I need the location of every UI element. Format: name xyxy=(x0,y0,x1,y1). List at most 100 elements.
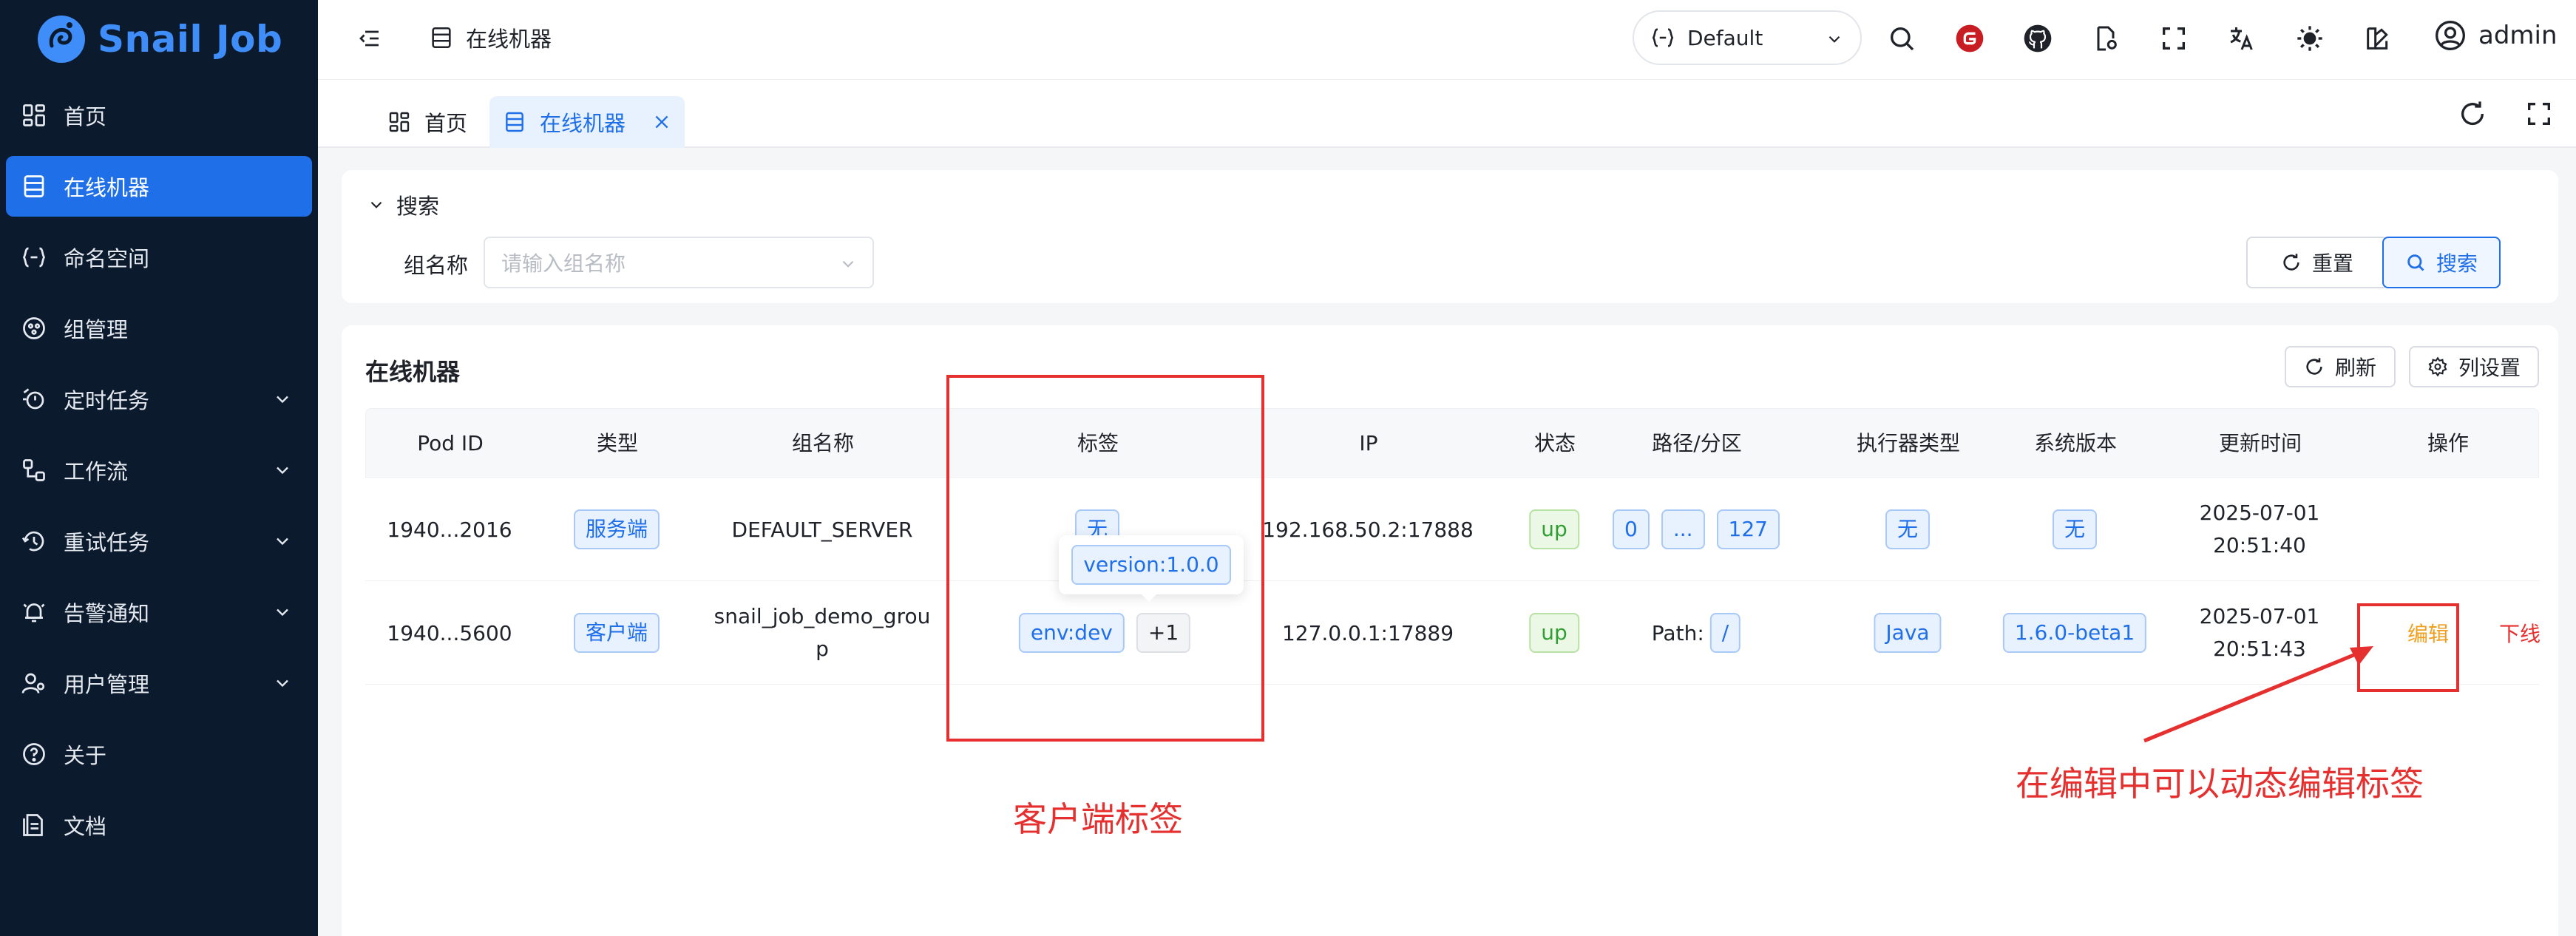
annotation-client-label: 客户端标签 xyxy=(1013,799,1183,839)
reset-icon xyxy=(2281,252,2302,273)
offline-label[interactable]: 下线 xyxy=(2499,618,2541,648)
path-tag: / xyxy=(1709,613,1741,653)
executor-tag: Java xyxy=(1874,613,1942,653)
column-settings-button[interactable]: 列设置 xyxy=(2409,346,2539,387)
refresh-label: 刷新 xyxy=(2334,356,2376,380)
namespace-select[interactable]: Default xyxy=(1633,10,1862,65)
user-avatar-icon xyxy=(2434,19,2467,52)
search-card: 搜索 组名称 请输入组名称 重置 搜索 xyxy=(342,170,2558,303)
reset-button[interactable]: 重置 xyxy=(2246,237,2388,288)
executor-cell: Java xyxy=(1874,581,1942,685)
refresh-icon xyxy=(2304,356,2325,377)
sidebar-item-docs[interactable]: 文档 xyxy=(6,795,312,855)
sidebar-item-label: 命名空间 xyxy=(64,246,150,271)
namespace-icon xyxy=(1650,25,1675,50)
namespace-icon xyxy=(21,244,64,271)
executor-tag: 无 xyxy=(1885,509,1931,549)
column-header: 系统版本 xyxy=(2033,431,2118,455)
gear-icon xyxy=(2427,356,2448,377)
sidebar-item-namespace[interactable]: 命名空间 xyxy=(6,227,312,288)
offline-link[interactable]: 下线 xyxy=(2499,581,2541,685)
column-header: 更新时间 xyxy=(2218,431,2302,455)
column-header: 状态 xyxy=(1533,431,1576,455)
breadcrumb-label: 在线机器 xyxy=(466,27,552,52)
sidebar-item-label: 首页 xyxy=(64,104,107,129)
refresh-button[interactable]: 刷新 xyxy=(2285,346,2396,387)
search-collapse-toggle[interactable]: 搜索 xyxy=(367,189,439,220)
sidebar-item-label: 关于 xyxy=(64,743,107,768)
app-logo[interactable]: Snail Job xyxy=(35,10,282,68)
dashboard-icon xyxy=(387,110,411,134)
sidebar-item-label: 告警通知 xyxy=(64,601,150,626)
document-icon xyxy=(21,812,64,838)
server-icon xyxy=(21,173,64,200)
breadcrumb[interactable]: 在线机器 xyxy=(429,22,552,53)
column-header: 类型 xyxy=(596,431,639,455)
group-name-select[interactable]: 请输入组名称 xyxy=(484,237,874,288)
search-label: 搜索 xyxy=(2436,251,2478,276)
status-badge: up xyxy=(1529,509,1579,549)
close-icon[interactable] xyxy=(639,112,671,132)
sidebar-item-about[interactable]: 关于 xyxy=(6,724,312,784)
column-header: Pod ID xyxy=(417,431,484,455)
path-cell: 0 ... 127 xyxy=(1613,478,1780,581)
version-tag: 无 xyxy=(2052,509,2098,549)
executor-cell: 无 xyxy=(1885,478,1931,581)
group-cell: DEFAULT_SERVER xyxy=(731,517,913,542)
user-name: admin xyxy=(2478,21,2558,50)
version-cell: 无 xyxy=(2052,478,2098,581)
page-tabs: 首页 在线机器 xyxy=(318,80,2576,148)
update-date: 2025-07-01 xyxy=(2199,501,2320,525)
partition-tag: ... xyxy=(1661,509,1705,549)
server-icon xyxy=(429,25,454,50)
sidebar: Snail Job 首页 在线机器 命名空间 组管理 定时任务 工作流 重试任务… xyxy=(0,0,318,936)
update-time: 20:51:40 xyxy=(2213,533,2306,557)
timer-task-icon xyxy=(21,386,64,413)
group-name-line1: snail_job_demo_grou xyxy=(714,604,931,628)
search-button[interactable]: 搜索 xyxy=(2382,237,2501,288)
snail-logo-icon xyxy=(35,13,87,65)
search-icon xyxy=(2405,252,2426,273)
column-header: IP xyxy=(1359,431,1378,455)
group-icon xyxy=(21,315,64,342)
workflow-icon xyxy=(21,457,64,484)
sidebar-item-user-manage[interactable]: 用户管理 xyxy=(6,653,312,713)
sidebar-menu: 首页 在线机器 命名空间 组管理 定时任务 工作流 重试任务 告警通知 用户管理… xyxy=(0,85,318,866)
sidebar-item-online-machines[interactable]: 在线机器 xyxy=(6,156,312,217)
sidebar-item-workflow[interactable]: 工作流 xyxy=(6,440,312,501)
user-menu[interactable]: admin xyxy=(2434,19,2558,52)
online-machines-card: 在线机器 刷新 列设置 Pod ID 类型 组名称 标签 IP 状态 路径/分区… xyxy=(342,325,2558,936)
ip-cell: 127.0.0.1:17889 xyxy=(1281,620,1454,645)
user-manage-icon xyxy=(21,670,64,696)
retry-icon xyxy=(21,528,64,555)
column-header: 操作 xyxy=(2427,431,2470,455)
table-header: Pod ID 类型 组名称 标签 IP 状态 路径/分区 执行器类型 系统版本 … xyxy=(365,408,2539,478)
sidebar-item-group-manage[interactable]: 组管理 xyxy=(6,298,312,359)
type-tag: 服务端 xyxy=(573,509,660,549)
path-prefix: Path: xyxy=(1651,620,1704,645)
status-cell: up xyxy=(1529,581,1579,685)
ip-cell: 192.168.50.2:17888 xyxy=(1262,517,1474,542)
sidebar-item-label: 用户管理 xyxy=(64,672,150,697)
group-name-placeholder: 请输入组名称 xyxy=(501,251,626,276)
dashboard-icon xyxy=(21,102,64,129)
tab-online-machines[interactable]: 在线机器 xyxy=(489,96,685,148)
pod-id-cell: 1940...5600 xyxy=(387,620,512,645)
group-name-line2: p xyxy=(816,637,829,661)
sidebar-item-retry-task[interactable]: 重试任务 xyxy=(6,511,312,572)
reset-label: 重置 xyxy=(2311,251,2353,276)
table-row: 1940...2016 服务端 DEFAULT_SERVER 无 192.168… xyxy=(365,478,2539,581)
alarm-icon xyxy=(21,599,64,625)
column-header: 执行器类型 xyxy=(1856,431,1961,455)
group-name-label: 组名称 xyxy=(404,253,469,278)
update-date: 2025-07-01 xyxy=(2199,604,2320,628)
server-icon xyxy=(503,110,526,134)
tab-home[interactable]: 首页 xyxy=(374,96,481,148)
sidebar-item-alarm[interactable]: 告警通知 xyxy=(6,582,312,642)
tab-label: 首页 xyxy=(424,111,468,136)
type-cell: 服务端 xyxy=(573,478,660,581)
version-cell: 1.6.0-beta1 xyxy=(2002,581,2147,685)
sidebar-item-label: 重试任务 xyxy=(64,530,150,555)
sidebar-item-timer-task[interactable]: 定时任务 xyxy=(6,369,312,430)
sidebar-item-home[interactable]: 首页 xyxy=(6,85,312,146)
